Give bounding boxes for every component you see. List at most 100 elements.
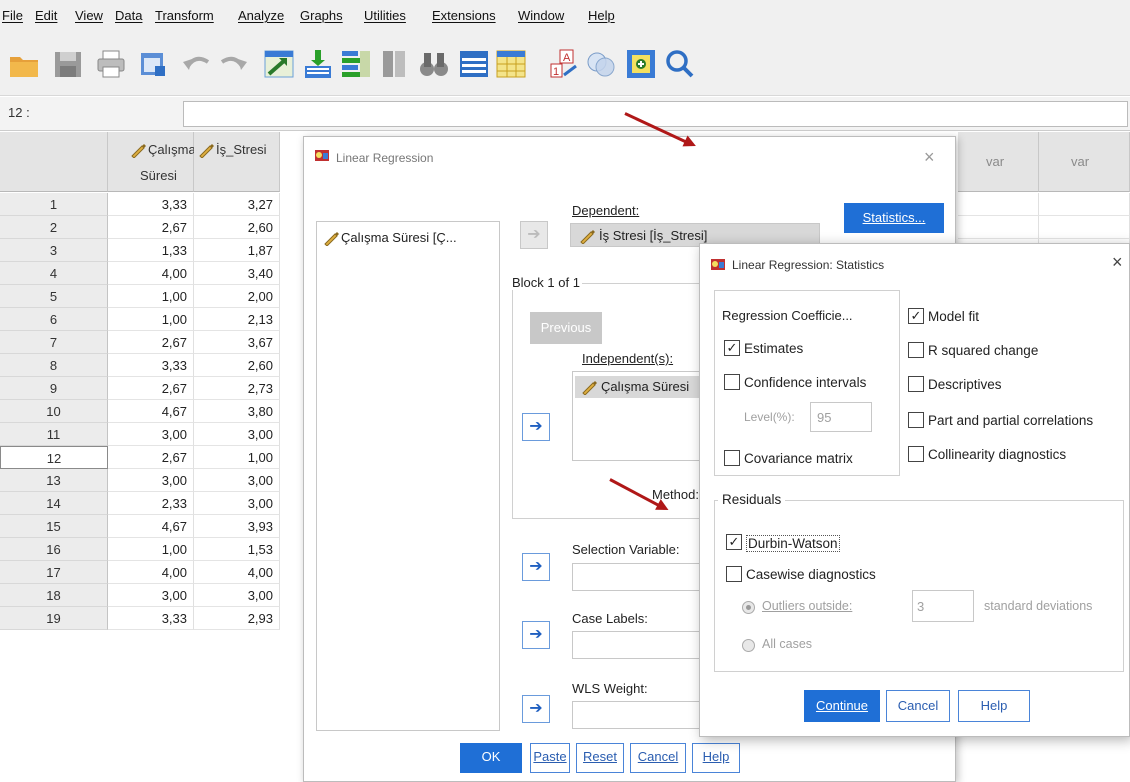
table-cell[interactable]: 4,67 — [108, 515, 194, 538]
table-cell[interactable]: 3,00 — [194, 469, 280, 492]
table-cell[interactable]: 3,80 — [194, 400, 280, 423]
table-cell[interactable]: 3,00 — [194, 492, 280, 515]
help-button[interactable]: Help — [958, 690, 1030, 722]
level-input[interactable]: 95 — [810, 402, 872, 432]
menu-help[interactable]: Help — [588, 8, 615, 23]
table-cell[interactable]: 1,00 — [108, 308, 194, 331]
goto-case-icon[interactable] — [263, 48, 295, 80]
source-variable-list[interactable]: Çalışma Süresi [Ç... — [316, 221, 500, 731]
move-to-dependent-button[interactable]: ➔ — [520, 221, 548, 249]
table-cell[interactable]: 2,73 — [194, 377, 280, 400]
durbin-watson-checkbox[interactable]: ✓ — [726, 534, 742, 550]
part-partial-correlations-checkbox[interactable] — [908, 412, 924, 428]
move-to-case-labels-button[interactable]: ➔ — [522, 621, 550, 649]
table-cell[interactable]: 3,33 — [108, 193, 194, 216]
casewise-diagnostics-label[interactable]: Casewise diagnostics — [746, 567, 876, 582]
table-cell[interactable]: 1,00 — [108, 285, 194, 308]
move-to-independents-button[interactable]: ➔ — [522, 413, 550, 441]
row-number[interactable]: 4 — [0, 262, 108, 285]
empty-cell[interactable] — [1039, 216, 1130, 239]
row-number[interactable]: 18 — [0, 584, 108, 607]
column-header-calisma-suresi[interactable]: Çalışma_ Süresi — [108, 132, 203, 192]
row-number[interactable]: 17 — [0, 561, 108, 584]
row-number[interactable]: 13 — [0, 469, 108, 492]
help-button[interactable]: Help — [692, 743, 740, 773]
empty-cell[interactable] — [1039, 193, 1130, 216]
column-header-var-1[interactable]: var — [958, 132, 1039, 192]
table-cell[interactable]: 3,40 — [194, 262, 280, 285]
row-number[interactable]: 12 — [0, 446, 108, 469]
close-icon[interactable]: × — [924, 147, 935, 168]
value-labels-icon[interactable]: A1 — [548, 48, 580, 80]
all-cases-radio[interactable] — [742, 639, 755, 652]
empty-cell[interactable] — [958, 216, 1039, 239]
part-partial-correlations-label[interactable]: Part and partial correlations — [928, 413, 1093, 428]
variable-view-icon[interactable] — [495, 48, 527, 80]
confidence-intervals-label[interactable]: Confidence intervals — [744, 375, 866, 390]
row-number[interactable]: 19 — [0, 607, 108, 630]
cell-value-input[interactable] — [183, 101, 1128, 127]
table-cell[interactable]: 3,33 — [108, 607, 194, 630]
table-cell[interactable]: 2,67 — [108, 331, 194, 354]
empty-cell[interactable] — [958, 193, 1039, 216]
row-number[interactable]: 15 — [0, 515, 108, 538]
table-cell[interactable]: 3,93 — [194, 515, 280, 538]
table-cell[interactable]: 2,67 — [108, 446, 194, 469]
column-header-var-2[interactable]: var — [1039, 132, 1130, 192]
row-number[interactable]: 7 — [0, 331, 108, 354]
reset-button[interactable]: Reset — [576, 743, 624, 773]
menu-file[interactable]: File — [2, 8, 23, 23]
previous-button[interactable]: Previous — [530, 312, 602, 344]
covariance-matrix-checkbox[interactable] — [724, 450, 740, 466]
move-to-selection-button[interactable]: ➔ — [522, 553, 550, 581]
table-cell[interactable]: 1,87 — [194, 239, 280, 262]
menu-transform[interactable]: Transform — [155, 8, 214, 23]
row-number[interactable]: 8 — [0, 354, 108, 377]
menu-edit[interactable]: Edit — [35, 8, 57, 23]
menu-data[interactable]: Data — [115, 8, 142, 23]
data-view-icon[interactable] — [458, 48, 490, 80]
row-number[interactable]: 11 — [0, 423, 108, 446]
cancel-button[interactable]: Cancel — [630, 743, 686, 773]
table-cell[interactable]: 3,27 — [194, 193, 280, 216]
use-sets-icon[interactable] — [585, 48, 617, 80]
menu-extensions[interactable]: Extensions — [432, 8, 496, 23]
confidence-intervals-checkbox[interactable] — [724, 374, 740, 390]
table-cell[interactable]: 3,00 — [108, 584, 194, 607]
table-cell[interactable]: 2,33 — [108, 492, 194, 515]
find-binoculars-icon[interactable] — [418, 48, 450, 80]
row-number[interactable]: 6 — [0, 308, 108, 331]
table-cell[interactable]: 3,00 — [194, 423, 280, 446]
print-icon[interactable] — [95, 48, 127, 80]
table-cell[interactable]: 1,00 — [194, 446, 280, 469]
table-cell[interactable]: 3,67 — [194, 331, 280, 354]
dialog-recall-icon[interactable] — [137, 48, 169, 80]
table-cell[interactable]: 3,00 — [108, 469, 194, 492]
model-fit-checkbox[interactable]: ✓ — [908, 308, 924, 324]
close-icon[interactable]: × — [1112, 252, 1123, 273]
row-number[interactable]: 1 — [0, 193, 108, 216]
table-cell[interactable]: 2,00 — [194, 285, 280, 308]
table-cell[interactable]: 4,00 — [108, 561, 194, 584]
add-ons-icon[interactable] — [625, 48, 657, 80]
table-cell[interactable]: 4,00 — [108, 262, 194, 285]
descriptives-label[interactable]: Descriptives — [928, 377, 1002, 392]
statistics-button[interactable]: Statistics... — [844, 203, 944, 233]
table-cell[interactable]: 2,67 — [108, 377, 194, 400]
redo-icon[interactable] — [218, 48, 250, 80]
source-variable-item[interactable]: Çalışma Süresi [Ç... — [341, 230, 457, 245]
table-cell[interactable]: 3,00 — [194, 584, 280, 607]
cancel-button[interactable]: Cancel — [886, 690, 950, 722]
row-number[interactable]: 16 — [0, 538, 108, 561]
row-number[interactable]: 3 — [0, 239, 108, 262]
undo-icon[interactable] — [180, 48, 212, 80]
table-cell[interactable]: 1,53 — [194, 538, 280, 561]
table-cell[interactable]: 2,13 — [194, 308, 280, 331]
table-cell[interactable]: 2,60 — [194, 216, 280, 239]
search-icon[interactable] — [664, 48, 696, 80]
open-folder-icon[interactable] — [8, 48, 40, 80]
column-header-is-stresi[interactable]: İş_Stresi — [194, 132, 280, 192]
table-cell[interactable]: 1,33 — [108, 239, 194, 262]
collinearity-diagnostics-checkbox[interactable] — [908, 446, 924, 462]
collinearity-diagnostics-label[interactable]: Collinearity diagnostics — [928, 447, 1066, 462]
